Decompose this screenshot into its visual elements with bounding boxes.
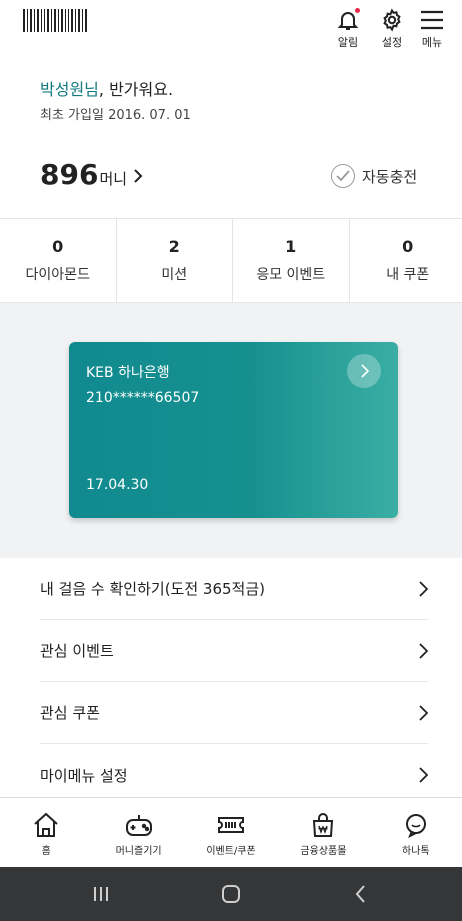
stat-label: 다이아몬드 <box>25 267 90 283</box>
tab-home[interactable]: 홈 <box>0 798 92 867</box>
stat-label: 미션 <box>161 267 188 283</box>
barcode-icon[interactable] <box>23 9 89 32</box>
bank-account-card[interactable]: KEB 하나은행 210******66507 17.04.30 <box>69 342 398 518</box>
menu-button[interactable]: 메뉴 <box>414 8 450 50</box>
stat-value: 1 <box>285 237 297 256</box>
stat-my-coupons[interactable]: 0 내 쿠폰 <box>350 219 462 302</box>
top-bar: 알림 설정 메뉴 <box>0 0 462 52</box>
menu-item-label: 마이메뉴 설정 <box>40 766 128 785</box>
join-date: 최초 가입일 2016. 07. 01 <box>40 108 191 123</box>
stat-diamond[interactable]: 0 다이아몬드 <box>0 219 117 302</box>
auto-charge-label: 자동충전 <box>362 167 418 186</box>
my-menu-list: 내 걸음 수 확인하기(도전 365적금) 관심 이벤트 관심 쿠폰 마이메뉴 … <box>40 558 428 806</box>
tab-label: 홈 <box>41 846 51 857</box>
menu-item-label: 관심 이벤트 <box>40 642 114 660</box>
notification-badge <box>355 8 360 13</box>
chevron-right-icon <box>419 642 428 659</box>
home-button-icon[interactable] <box>221 884 241 904</box>
check-circle-icon <box>331 164 355 188</box>
tab-label: 금융상품몰 <box>300 846 347 857</box>
menu-item-label: 관심 쿠폰 <box>40 704 100 722</box>
menu-item-label: 내 걸음 수 확인하기(도전 365적금) <box>40 580 266 598</box>
chevron-right-icon <box>134 169 143 183</box>
money-unit: 머니 <box>99 170 128 188</box>
tab-money-fun[interactable]: 머니즐기기 <box>92 798 184 867</box>
user-name: 박성원님 <box>40 80 99 99</box>
stat-label: 내 쿠폰 <box>386 267 430 283</box>
greeting: 박성원님, 반가워요. <box>40 76 173 100</box>
menu-item-favorite-coupons[interactable]: 관심 쿠폰 <box>40 682 428 744</box>
stat-label: 응모 이벤트 <box>256 267 326 283</box>
tab-label: 머니즐기기 <box>115 846 162 857</box>
tab-events-coupons[interactable]: 이벤트/쿠폰 <box>185 798 277 867</box>
card-detail-button[interactable] <box>347 354 381 388</box>
gamepad-icon <box>125 815 152 836</box>
greeting-text: , 반가워요. <box>98 80 174 99</box>
tab-hana-talk[interactable]: 하나톡 <box>370 798 462 867</box>
menu-item-favorite-events[interactable]: 관심 이벤트 <box>40 620 428 682</box>
shopping-bag-icon <box>313 813 334 837</box>
chevron-right-icon <box>419 704 428 721</box>
back-icon[interactable] <box>353 884 369 904</box>
system-nav-bar <box>0 867 462 921</box>
stat-entered-events[interactable]: 1 응모 이벤트 <box>233 219 350 302</box>
notifications-label: 알림 <box>337 36 359 49</box>
tab-label: 이벤트/쿠폰 <box>206 846 256 857</box>
bottom-tab-bar: 홈 머니즐기기 이벤트/쿠폰 금융상품몰 하나톡 <box>0 797 462 867</box>
money-amount: 896 <box>40 158 99 191</box>
money-balance-link[interactable]: 896 머니 <box>40 158 143 191</box>
hamburger-icon <box>421 10 443 30</box>
chevron-right-icon <box>419 767 428 783</box>
chat-icon <box>405 814 426 838</box>
menu-label: 메뉴 <box>421 36 443 49</box>
card-date: 17.04.30 <box>86 477 149 493</box>
stat-value: 2 <box>168 237 180 256</box>
settings-button[interactable]: 설정 <box>374 8 410 50</box>
ticket-icon <box>218 817 245 833</box>
stat-value: 0 <box>52 237 64 256</box>
notifications-button[interactable]: 알림 <box>330 8 366 50</box>
stat-mission[interactable]: 2 미션 <box>117 219 233 302</box>
gear-icon <box>383 8 401 32</box>
auto-charge-toggle[interactable]: 자동충전 <box>331 164 417 188</box>
tab-financial-mall[interactable]: 금융상품몰 <box>277 798 369 867</box>
stat-value: 0 <box>402 237 414 256</box>
home-icon <box>34 812 58 837</box>
bank-name: KEB 하나은행 <box>86 365 170 381</box>
chevron-right-icon <box>419 580 428 597</box>
menu-item-step-count[interactable]: 내 걸음 수 확인하기(도전 365적금) <box>40 558 428 620</box>
tab-label: 하나톡 <box>402 846 430 857</box>
stats-row: 0 다이아몬드 2 미션 1 응모 이벤트 0 내 쿠폰 <box>0 218 462 303</box>
chevron-right-icon <box>360 364 369 378</box>
settings-label: 설정 <box>381 36 403 49</box>
account-number: 210******66507 <box>86 390 200 406</box>
recent-apps-icon[interactable] <box>91 884 111 904</box>
